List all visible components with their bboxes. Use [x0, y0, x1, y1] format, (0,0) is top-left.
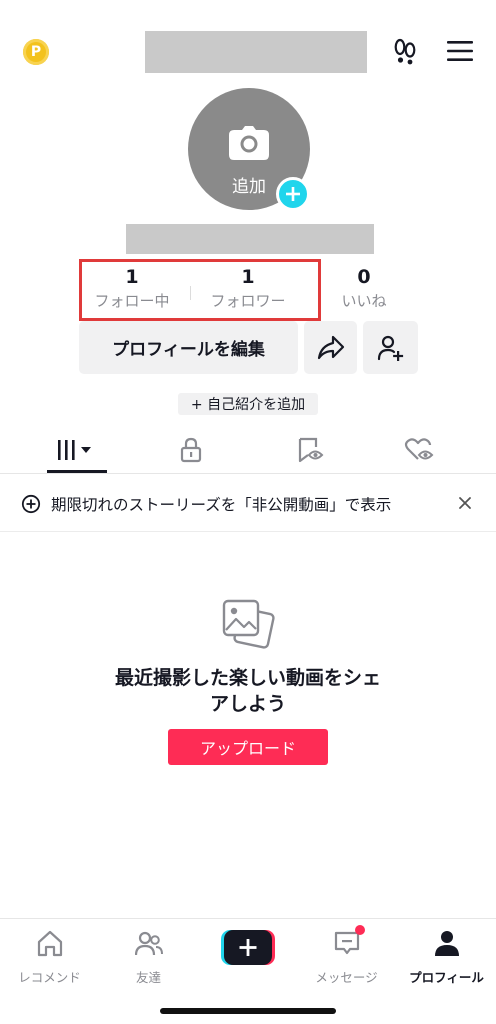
empty-state-title-line1: 最近撮影した楽しい動画をシェ — [114, 667, 381, 689]
nav-friends-label: 友達 — [135, 970, 161, 985]
lock-icon — [180, 437, 202, 462]
stories-notice-text: 期限切れのストーリーズを「非公開動画」で表示 — [51, 496, 392, 514]
username-redacted[interactable] — [145, 31, 367, 73]
stories-notice[interactable]: 期限切れのストーリーズを「非公開動画」で表示 — [0, 474, 496, 532]
share-profile-button[interactable] — [304, 321, 357, 374]
followers-stat[interactable]: 1 フォロワー — [193, 264, 303, 312]
top-bar: P — [0, 0, 496, 100]
likes-count: 0 — [357, 266, 371, 288]
add-bio-button[interactable]: + 自己紹介を追加 — [178, 393, 318, 415]
camera-icon — [229, 126, 269, 160]
avatar-plus-badge[interactable] — [276, 177, 310, 211]
nav-inbox[interactable]: メッセージ — [297, 925, 396, 987]
nav-friends[interactable]: 友達 — [99, 927, 198, 987]
hamburger-menu-icon[interactable] — [446, 39, 474, 63]
share-arrow-icon — [317, 335, 344, 359]
footprints-icon[interactable] — [390, 36, 420, 66]
coin-symbol: P — [30, 44, 42, 60]
friends-icon — [135, 931, 163, 956]
followers-count: 1 — [241, 266, 255, 288]
add-user-icon — [377, 335, 403, 361]
content-tabs — [0, 426, 496, 474]
nav-profile[interactable]: プロフィール — [397, 927, 496, 987]
tab-private[interactable] — [129, 426, 253, 473]
heart-eye-icon — [404, 437, 434, 460]
close-icon[interactable] — [456, 494, 474, 512]
following-count: 1 — [125, 266, 139, 288]
likes-label: いいね — [341, 292, 387, 310]
nav-profile-label: プロフィール — [409, 970, 484, 985]
following-stat[interactable]: 1 フォロー中 — [77, 264, 187, 312]
empty-state-title-line2: アしよう — [209, 693, 286, 715]
unread-dot — [355, 925, 365, 935]
tab-liked[interactable] — [357, 426, 481, 473]
active-tab-indicator — [47, 470, 107, 473]
profile-icon — [435, 931, 459, 956]
nav-home[interactable]: レコメンド — [0, 927, 99, 987]
coin-icon[interactable]: P — [23, 39, 49, 65]
grid-dropdown-icon — [58, 439, 91, 460]
home-indicator — [160, 1008, 336, 1014]
likes-stat[interactable]: 0 いいね — [309, 264, 419, 312]
followers-label: フォロワー — [210, 292, 286, 310]
add-friend-button[interactable] — [363, 321, 418, 374]
plus-circle-icon — [21, 494, 41, 514]
empty-state-title: 最近撮影した楽しい動画をシェ アしよう — [88, 665, 408, 717]
photos-icon — [222, 599, 275, 649]
edit-profile-button[interactable]: プロフィールを編集 — [79, 321, 298, 374]
create-plus-icon[interactable] — [221, 930, 275, 965]
nickname-redacted — [126, 224, 374, 254]
tab-favorites[interactable] — [248, 426, 372, 473]
bookmark-eye-icon — [298, 437, 324, 462]
home-icon — [37, 930, 63, 957]
following-label: フォロー中 — [94, 292, 170, 310]
plus-icon — [286, 187, 300, 201]
nav-home-label: レコメンド — [18, 970, 81, 985]
nav-inbox-label: メッセージ — [315, 970, 378, 985]
tab-videos[interactable] — [15, 426, 139, 473]
stat-divider — [190, 286, 191, 300]
upload-button[interactable]: アップロード — [168, 729, 328, 765]
